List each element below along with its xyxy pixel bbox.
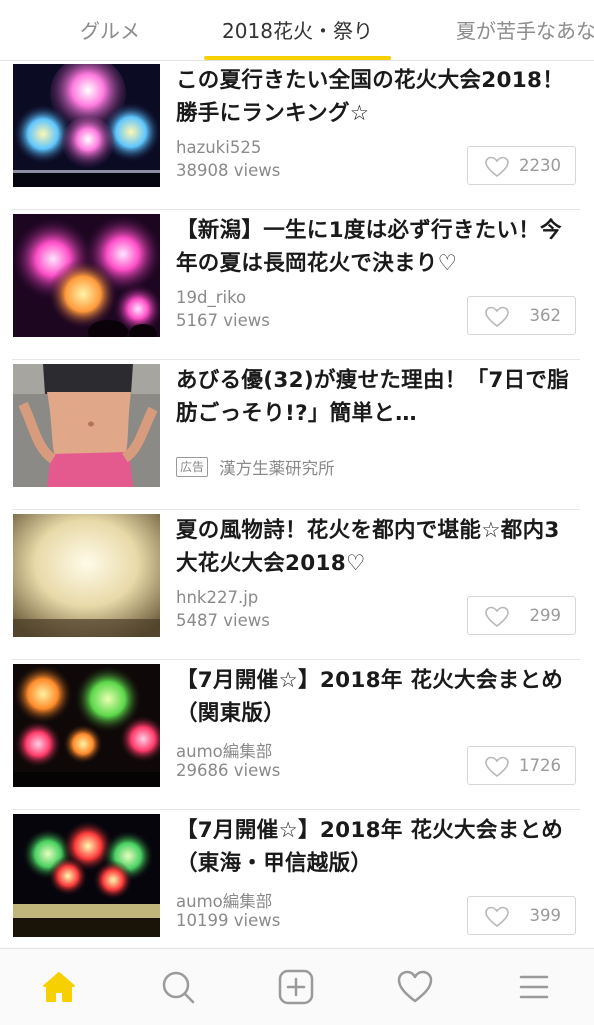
article-thumbnail[interactable] [13,64,160,187]
ad-thumbnail[interactable] [13,364,160,487]
article-author: 19d_riko [176,288,247,307]
colorful-fireworks-image [13,664,160,787]
ad-title[interactable]: あびる優(32)が痩せた理由！「7日で脂肪ごっそり!?」簡単と… [176,364,580,430]
ad-badge: 広告 [176,457,209,477]
golden-fireworks-image [13,514,160,637]
heart-icon [485,306,509,328]
article-title[interactable]: 【7月開催☆】2018年 花火大会まとめ（関東版） [176,664,580,730]
nav-menu-button[interactable] [514,967,554,1007]
article-thumbnail[interactable] [13,814,160,937]
nav-search-button[interactable] [158,967,198,1007]
search-icon [162,971,195,1004]
heart-icon [485,756,509,778]
article-card[interactable]: 【新潟】一生に1度は必ず行きたい！今年の夏は長岡花火で決まり♡ 19d_riko… [0,210,594,360]
ad-card[interactable]: あびる優(32)が痩せた理由！「7日で脂肪ごっそり!?」簡単と… 広告 漢方生薬… [0,360,594,510]
tab-summer[interactable]: 夏が苦手なあな [456,0,594,60]
article-thumbnail[interactable] [13,514,160,637]
article-card[interactable]: 【7月開催☆】2018年 花火大会まとめ（関東版） aumo編集部 29686 … [0,660,594,810]
like-button[interactable]: 1726 [467,746,576,785]
article-card[interactable]: 【7月開催☆】2018年 花火大会まとめ（東海・甲信越版） aumo編集部 10… [0,810,594,960]
like-count: 399 [529,906,562,925]
like-count: 2230 [519,156,561,175]
article-thumbnail[interactable] [13,664,160,787]
add-icon [278,969,314,1005]
like-count: 299 [529,606,562,625]
like-button[interactable]: 362 [467,296,576,335]
article-title[interactable]: この夏行きたい全国の花火大会2018！勝手にランキング☆ [176,64,580,130]
article-author: hnk227.jp [176,588,259,607]
article-title[interactable]: 【7月開催☆】2018年 花火大会まとめ（東海・甲信越版） [176,814,580,880]
pink-fireworks-image [13,214,160,337]
nav-favorites-button[interactable] [395,967,435,1007]
article-title[interactable]: 夏の風物詩！花火を都内で堪能☆都内3大花火大会2018♡ [176,514,580,580]
like-button[interactable]: 399 [467,896,576,935]
heart-icon [485,906,509,928]
article-author: aumo編集部 [176,892,273,911]
heart-icon [485,606,509,628]
article-thumbnail[interactable] [13,214,160,337]
article-views: 29686 views [176,761,281,780]
heart-icon [397,970,433,1003]
fireworks-over-river-image [13,64,160,187]
heart-icon [485,156,509,178]
fireworks-over-water-image [13,814,160,937]
ad-meta: 広告 漢方生薬研究所 [176,455,335,478]
article-views: 10199 views [176,911,281,930]
category-tab-bar: グルメ 2018花火・祭り 夏が苦手なあな [0,0,594,61]
nav-home-button[interactable] [39,967,79,1007]
like-count: 362 [529,306,562,325]
article-card[interactable]: この夏行きたい全国の花火大会2018！勝手にランキング☆ hazuki525 3… [0,60,594,210]
woman-waist-image [13,364,160,487]
article-title[interactable]: 【新潟】一生に1度は必ず行きたい！今年の夏は長岡花火で決まり♡ [176,214,580,280]
ad-sponsor: 漢方生薬研究所 [219,459,335,478]
like-button[interactable]: 2230 [467,146,576,185]
like-button[interactable]: 299 [467,596,576,635]
article-card[interactable]: 夏の風物詩！花火を都内で堪能☆都内3大花火大会2018♡ hnk227.jp 5… [0,510,594,660]
menu-icon [519,975,549,999]
article-views: 38908 views [176,161,281,180]
like-count: 1726 [519,756,561,775]
article-views: 5487 views [176,611,270,630]
home-icon [43,972,75,1002]
article-author: aumo編集部 [176,742,273,761]
tab-fireworks-festival-label: 2018花火・祭り [222,19,373,43]
article-author: hazuki525 [176,138,262,157]
nav-post-button[interactable] [276,967,316,1007]
tab-fireworks-festival[interactable]: 2018花火・祭り [204,0,391,60]
tab-gourmet[interactable]: グルメ [80,0,140,60]
article-views: 5167 views [176,311,270,330]
bottom-navigation [0,948,594,1025]
